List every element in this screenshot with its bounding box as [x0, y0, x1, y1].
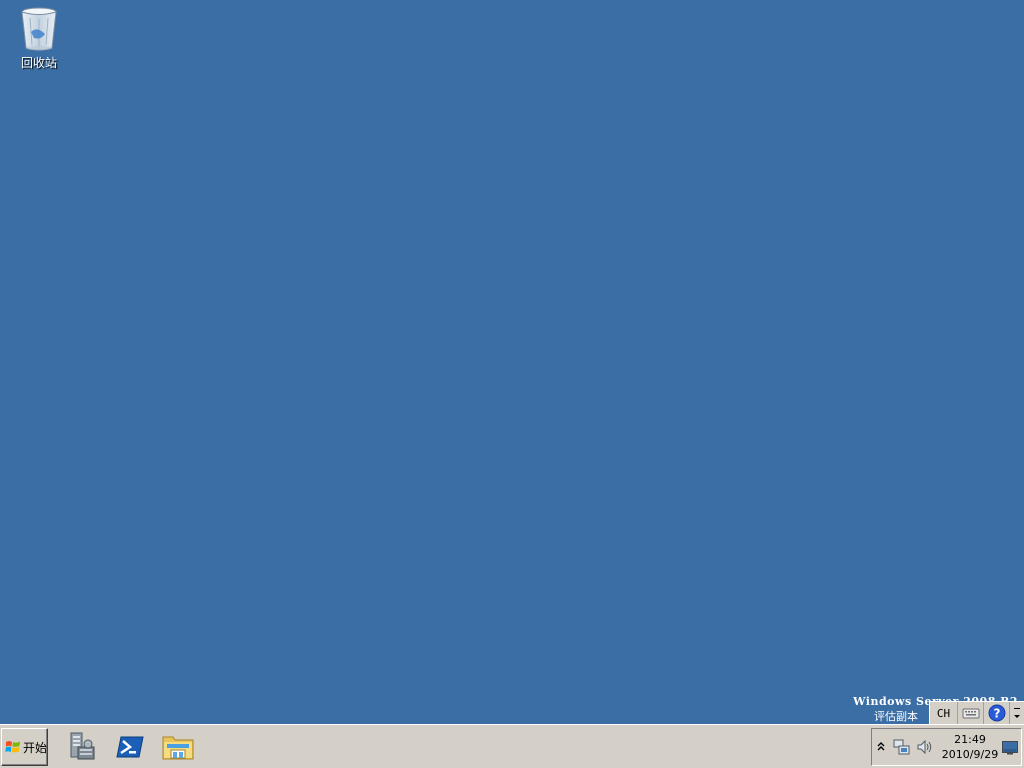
- recycle-bin-label: 回收站: [20, 56, 57, 70]
- clock[interactable]: 21:49 2010/9/29: [940, 732, 1000, 762]
- show-desktop-icon[interactable]: [1002, 741, 1018, 755]
- desktop-icon-recycle-bin[interactable]: 回收站: [10, 6, 68, 71]
- windows-explorer-icon: [162, 736, 194, 760]
- quick-launch-windows-explorer[interactable]: [154, 728, 202, 766]
- quick-launch-powershell[interactable]: [106, 728, 154, 766]
- recycle-bin-icon: [21, 7, 57, 51]
- quick-launch-server-manager[interactable]: [58, 728, 106, 766]
- language-bar: CH ?: [929, 701, 1024, 725]
- show-hidden-icons-icon[interactable]: [876, 740, 886, 752]
- server-manager-icon: [70, 732, 95, 760]
- svg-text:?: ?: [993, 707, 1000, 721]
- powershell-icon: [116, 736, 144, 758]
- clock-date: 2010/9/29: [941, 748, 999, 761]
- volume-icon[interactable]: [916, 738, 934, 756]
- windows-logo-icon: [5, 741, 20, 753]
- language-indicator[interactable]: CH: [930, 702, 958, 724]
- taskbar: 开始 21:49 2010/9/29: [0, 724, 1024, 768]
- help-icon[interactable]: ?: [984, 702, 1010, 724]
- options-icon[interactable]: [1010, 702, 1024, 724]
- start-button[interactable]: 开始: [1, 728, 48, 766]
- keyboard-icon[interactable]: [958, 702, 984, 724]
- quick-launch-bar: [58, 728, 202, 766]
- start-label: 开始: [22, 740, 47, 755]
- watermark-edition: 评估副本: [874, 710, 918, 723]
- clock-time: 21:49: [954, 733, 986, 746]
- notification-area: 21:49 2010/9/29: [871, 728, 1022, 766]
- network-icon[interactable]: [893, 738, 911, 756]
